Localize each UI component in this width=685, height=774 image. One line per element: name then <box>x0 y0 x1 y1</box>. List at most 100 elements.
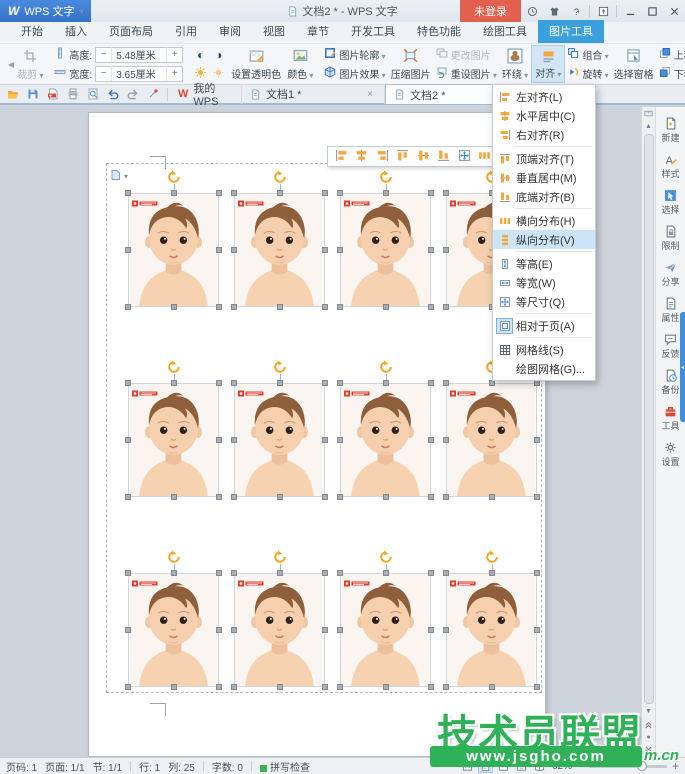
align-button[interactable]: 对齐 <box>531 45 565 83</box>
resize-handle-ne[interactable] <box>216 380 222 386</box>
resize-handle-ne[interactable] <box>428 190 434 196</box>
rotation-handle-icon[interactable] <box>167 170 181 187</box>
resize-handle-w[interactable] <box>125 627 131 633</box>
resize-handle-e[interactable] <box>322 437 328 443</box>
resize-handle-n[interactable] <box>383 190 389 196</box>
resize-handle-e[interactable] <box>428 437 434 443</box>
resize-handle-w[interactable] <box>443 437 449 443</box>
resize-handle-se[interactable] <box>534 494 540 500</box>
spellcheck-status[interactable]: 拼写检查 <box>260 759 310 774</box>
resize-handle-se[interactable] <box>216 684 222 690</box>
print-button[interactable] <box>64 86 81 103</box>
baby-photo-1[interactable] <box>128 193 219 307</box>
ribbon-tab-5[interactable]: 视图 <box>252 20 296 43</box>
rotation-handle-icon[interactable] <box>273 360 287 377</box>
resize-handle-se[interactable] <box>322 684 328 690</box>
picture-outline-button[interactable]: 图片轮廓 <box>324 47 385 63</box>
rotation-handle-icon[interactable] <box>379 550 393 567</box>
baby-photo-10[interactable] <box>234 573 325 687</box>
resize-handle-e[interactable] <box>534 437 540 443</box>
resize-handle-se[interactable] <box>216 304 222 310</box>
width-stepper[interactable]: − 3.65厘米 + <box>95 66 183 82</box>
resize-handle-e[interactable] <box>428 247 434 253</box>
resize-handle-w[interactable] <box>125 437 131 443</box>
resize-handle-sw[interactable] <box>231 304 237 310</box>
resize-handle-sw[interactable] <box>337 494 343 500</box>
resize-handle-se[interactable] <box>428 494 434 500</box>
open-folder-button[interactable] <box>4 86 21 103</box>
picture-effects-button[interactable]: 图片效果 <box>324 66 385 82</box>
next-page-icon[interactable] <box>642 744 656 757</box>
rotation-handle-icon[interactable] <box>379 170 393 187</box>
rotation-handle-icon[interactable] <box>485 550 499 567</box>
baby-photo-12[interactable] <box>446 573 537 687</box>
resize-handle-ne[interactable] <box>534 570 540 576</box>
resize-handle-s[interactable] <box>383 684 389 690</box>
rotation-handle-icon[interactable] <box>379 360 393 377</box>
resize-handle-w[interactable] <box>231 627 237 633</box>
resize-handle-e[interactable] <box>322 627 328 633</box>
resize-handle-e[interactable] <box>216 627 222 633</box>
canvas-options-button[interactable]: ▾ <box>110 169 128 183</box>
task-pane-handle[interactable]: ◂ <box>680 312 685 422</box>
rotation-handle-icon[interactable] <box>167 360 181 377</box>
zoom-in-icon[interactable]: + <box>672 759 679 773</box>
resize-handle-nw[interactable] <box>231 190 237 196</box>
ribbon-tab-1[interactable]: 插入 <box>54 20 98 43</box>
skin-button[interactable] <box>543 1 565 21</box>
color-button[interactable]: 颜色 <box>284 45 316 83</box>
resize-handle-ne[interactable] <box>216 190 222 196</box>
width-value[interactable]: 3.65厘米 <box>111 66 167 81</box>
resize-handle-w[interactable] <box>337 247 343 253</box>
resize-handle-nw[interactable] <box>443 190 449 196</box>
resize-handle-e[interactable] <box>322 247 328 253</box>
resize-handle-n[interactable] <box>383 570 389 576</box>
height-stepper[interactable]: − 5.48厘米 + <box>95 47 183 63</box>
zoom-out-icon[interactable]: − <box>577 759 584 773</box>
resize-handle-n[interactable] <box>171 380 177 386</box>
width-increase-icon[interactable]: + <box>167 68 182 79</box>
scroll-down-icon[interactable]: ▼ <box>642 705 656 718</box>
resize-handle-s[interactable] <box>277 684 283 690</box>
sidebar-item-restrict[interactable]: 限制 <box>661 225 679 252</box>
width-decrease-icon[interactable]: − <box>96 68 111 79</box>
resize-handle-w[interactable] <box>337 437 343 443</box>
ribbon-tab-10[interactable]: 图片工具 <box>538 20 604 43</box>
rotation-handle-icon[interactable] <box>167 550 181 567</box>
baby-photo-6[interactable] <box>234 383 325 497</box>
resize-handle-n[interactable] <box>171 570 177 576</box>
rotation-handle-icon[interactable] <box>273 550 287 567</box>
baby-photo-5[interactable] <box>128 383 219 497</box>
resize-handle-sw[interactable] <box>443 304 449 310</box>
ribbon-tab-2[interactable]: 页面布局 <box>98 20 164 43</box>
resize-handle-n[interactable] <box>171 190 177 196</box>
resize-handle-s[interactable] <box>383 494 389 500</box>
scrollbar-thumb[interactable] <box>644 134 654 704</box>
contrast-increase-icon[interactable]: ◐ <box>193 48 208 62</box>
normal-view-button[interactable] <box>478 759 493 773</box>
status-word-count[interactable]: 字数: 0 <box>212 759 243 774</box>
wps-home-tab[interactable]: W 我的WPS <box>170 84 242 104</box>
web-view-button[interactable] <box>496 759 511 773</box>
resize-handle-n[interactable] <box>277 190 283 196</box>
baby-photo-11[interactable] <box>340 573 431 687</box>
zoom-slider[interactable] <box>589 765 667 768</box>
menu-item-11[interactable]: 相对于页(A) <box>493 316 595 335</box>
ruler-toggle-icon[interactable] <box>642 107 656 120</box>
outline-view-button[interactable] <box>514 759 529 773</box>
sidebar-item-feedback[interactable]: 反馈 <box>661 333 679 360</box>
resize-handle-nw[interactable] <box>125 190 131 196</box>
resize-handle-sw[interactable] <box>125 304 131 310</box>
menu-item-8[interactable]: 等高(E) <box>493 254 595 273</box>
align-right-button[interactable] <box>376 149 389 165</box>
resize-handle-s[interactable] <box>171 684 177 690</box>
close-button[interactable] <box>663 1 685 21</box>
resize-handle-nw[interactable] <box>125 380 131 386</box>
export-pdf-button[interactable] <box>44 86 61 103</box>
compress-picture-button[interactable]: 压缩图片 <box>388 45 434 83</box>
resize-handle-sw[interactable] <box>125 494 131 500</box>
resize-handle-s[interactable] <box>171 494 177 500</box>
resize-handle-se[interactable] <box>322 494 328 500</box>
refresh-button[interactable] <box>521 1 543 21</box>
align-left-button[interactable] <box>335 149 348 165</box>
